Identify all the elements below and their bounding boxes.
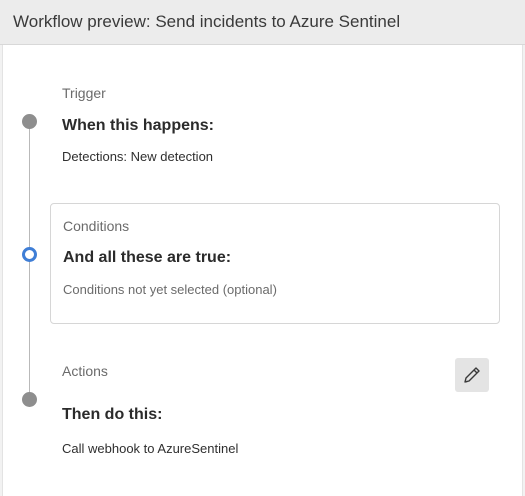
trigger-step-marker bbox=[22, 114, 37, 129]
page-title: Workflow preview: Send incidents to Azur… bbox=[13, 12, 401, 31]
conditions-heading: And all these are true: bbox=[63, 249, 232, 266]
trigger-label: Trigger bbox=[62, 85, 106, 101]
preview-header: Workflow preview: Send incidents to Azur… bbox=[0, 0, 525, 45]
pencil-icon bbox=[464, 367, 480, 383]
trigger-heading: When this happens: bbox=[62, 117, 214, 134]
actions-label: Actions bbox=[62, 363, 108, 379]
actions-step-marker bbox=[22, 392, 37, 407]
conditions-step-marker bbox=[22, 247, 37, 262]
edit-actions-button[interactable] bbox=[455, 358, 489, 392]
conditions-detail: Conditions not yet selected (optional) bbox=[63, 282, 277, 297]
actions-detail: Call webhook to AzureSentinel bbox=[62, 441, 239, 456]
conditions-label: Conditions bbox=[63, 218, 130, 234]
actions-heading: Then do this: bbox=[62, 406, 163, 423]
trigger-detail: Detections: New detection bbox=[62, 149, 214, 164]
